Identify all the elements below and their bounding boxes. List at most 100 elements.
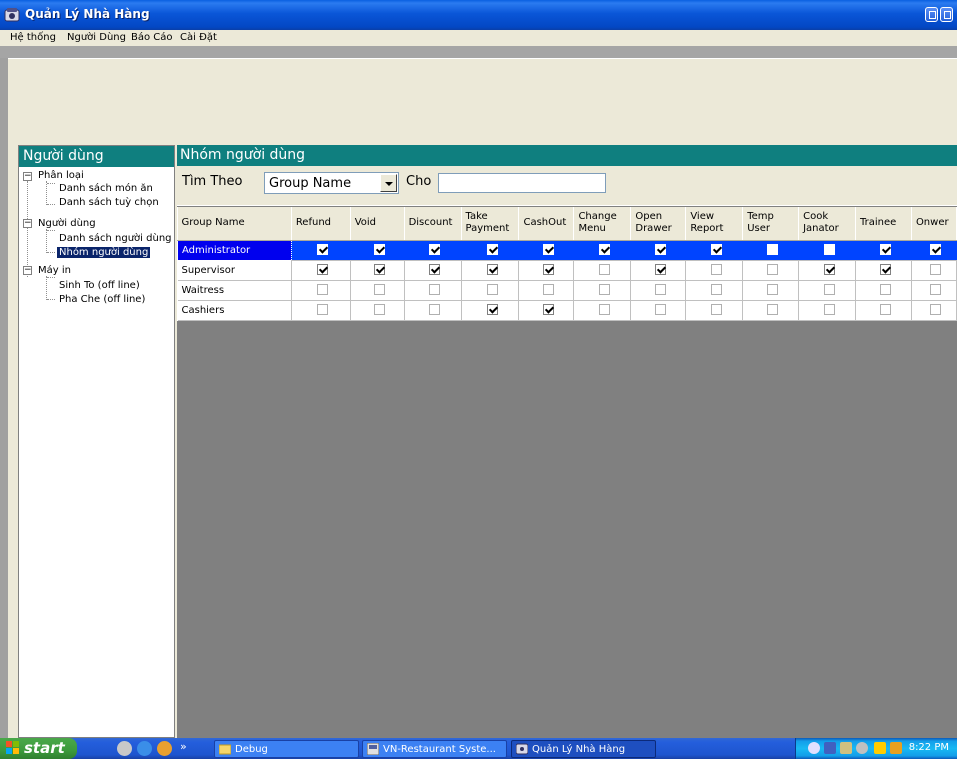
permission-checkbox[interactable] bbox=[710, 244, 722, 256]
permission-checkbox[interactable] bbox=[823, 244, 835, 256]
permission-checkbox[interactable] bbox=[930, 304, 942, 316]
column-header-refund[interactable]: Refund bbox=[291, 207, 351, 241]
column-header-void[interactable]: Void bbox=[350, 207, 405, 241]
column-header-take-payment[interactable]: Take Payment bbox=[461, 207, 520, 241]
permission-checkbox[interactable] bbox=[317, 244, 329, 256]
column-header-temp-user[interactable]: Temp User bbox=[742, 207, 800, 241]
permission-checkbox[interactable] bbox=[373, 284, 385, 296]
column-header-discount[interactable]: Discount bbox=[404, 207, 462, 241]
table-row[interactable]: Waitress bbox=[177, 280, 957, 301]
quick-launch-more-icon[interactable]: » bbox=[180, 740, 187, 753]
column-header-change-menu[interactable]: Change Menu bbox=[573, 207, 632, 241]
tree-node-nguoi-dung[interactable]: Người dùng bbox=[38, 218, 96, 229]
tray-app-icon[interactable] bbox=[890, 742, 902, 754]
chevron-down-icon[interactable] bbox=[380, 174, 397, 192]
group-name-cell[interactable]: Supervisor bbox=[177, 260, 292, 281]
tree-item-pha-che[interactable]: Pha Che (off line) bbox=[59, 294, 145, 305]
collapse-phan-loai-icon[interactable]: − bbox=[23, 172, 32, 181]
taskbar-item-vn-restaurant[interactable]: VN-Restaurant Syste... bbox=[362, 740, 507, 758]
permission-checkbox[interactable] bbox=[486, 244, 498, 256]
permission-checkbox[interactable] bbox=[654, 244, 666, 256]
permission-checkbox[interactable] bbox=[654, 264, 666, 276]
permission-checkbox[interactable] bbox=[598, 264, 610, 276]
permission-checkbox[interactable] bbox=[767, 304, 779, 316]
search-value-input[interactable] bbox=[438, 173, 606, 193]
permission-checkbox[interactable] bbox=[767, 264, 779, 276]
firefox-icon[interactable] bbox=[157, 741, 172, 756]
permission-checkbox[interactable] bbox=[930, 244, 942, 256]
permission-checkbox[interactable] bbox=[598, 304, 610, 316]
show-desktop-icon[interactable] bbox=[117, 741, 132, 756]
column-header-cashout[interactable]: CashOut bbox=[518, 207, 575, 241]
start-button[interactable]: start bbox=[0, 738, 77, 759]
permission-checkbox[interactable] bbox=[373, 304, 385, 316]
permission-checkbox[interactable] bbox=[767, 244, 779, 256]
tree-item-sinh-to[interactable]: Sinh To (off line) bbox=[59, 280, 140, 291]
internet-explorer-icon[interactable] bbox=[137, 741, 152, 756]
column-header-group-name[interactable]: Group Name bbox=[177, 207, 292, 241]
permission-checkbox[interactable] bbox=[710, 284, 722, 296]
menu-cai-dat[interactable]: Cài Đặt bbox=[180, 32, 217, 43]
column-header-trainee[interactable]: Trainee bbox=[855, 207, 912, 241]
permission-checkbox[interactable] bbox=[930, 264, 942, 276]
menu-he-thong[interactable]: Hệ thống bbox=[10, 32, 56, 43]
permission-checkbox[interactable] bbox=[542, 284, 554, 296]
tree-node-may-in[interactable]: Máy in bbox=[38, 265, 71, 276]
permission-checkbox[interactable] bbox=[710, 264, 722, 276]
permission-checkbox[interactable] bbox=[598, 284, 610, 296]
permission-checkbox[interactable] bbox=[317, 284, 329, 296]
permission-checkbox[interactable] bbox=[598, 244, 610, 256]
display-icon[interactable] bbox=[824, 742, 836, 754]
permission-checkbox[interactable] bbox=[823, 264, 835, 276]
window-titlebar[interactable]: Quản Lý Nhà Hàng bbox=[0, 0, 957, 30]
tree-item-danh-sach-tuy-chon[interactable]: Danh sách tuỳ chọn bbox=[59, 197, 159, 208]
table-row[interactable]: Administrator bbox=[177, 239, 957, 261]
column-header-open-drawer[interactable]: Open Drawer bbox=[630, 207, 687, 241]
group-name-cell[interactable]: Administrator bbox=[177, 239, 292, 261]
permission-checkbox[interactable] bbox=[542, 304, 554, 316]
permission-checkbox[interactable] bbox=[879, 304, 891, 316]
restore-button[interactable] bbox=[940, 7, 953, 22]
menu-bao-cao[interactable]: Báo Cáo bbox=[131, 32, 173, 43]
permission-checkbox[interactable] bbox=[767, 284, 779, 296]
permission-checkbox[interactable] bbox=[542, 264, 554, 276]
permission-checkbox[interactable] bbox=[317, 304, 329, 316]
network-icon[interactable] bbox=[808, 742, 820, 754]
tree-item-danh-sach-nguoi-dung[interactable]: Danh sách người dùng bbox=[59, 233, 172, 244]
column-header-cook-janator[interactable]: Cook Janator bbox=[798, 207, 857, 241]
taskbar-item-debug[interactable]: Debug bbox=[214, 740, 359, 758]
permission-checkbox[interactable] bbox=[930, 284, 942, 296]
menu-nguoi-dung[interactable]: Người Dùng bbox=[67, 32, 126, 43]
antivirus-icon[interactable] bbox=[874, 742, 886, 754]
tree-item-danh-sach-mon-an[interactable]: Danh sách món ăn bbox=[59, 183, 153, 194]
collapse-nguoi-dung-icon[interactable]: − bbox=[23, 219, 32, 228]
permission-checkbox[interactable] bbox=[654, 284, 666, 296]
permission-checkbox[interactable] bbox=[429, 304, 441, 316]
minimize-button[interactable] bbox=[925, 7, 938, 22]
tree-node-phan-loai[interactable]: Phân loại bbox=[38, 170, 84, 181]
permission-checkbox[interactable] bbox=[486, 284, 498, 296]
permission-checkbox[interactable] bbox=[879, 244, 891, 256]
group-name-cell[interactable]: Cashiers bbox=[177, 300, 292, 321]
permission-checkbox[interactable] bbox=[429, 244, 441, 256]
permission-checkbox[interactable] bbox=[823, 304, 835, 316]
search-field-select[interactable]: Group Name bbox=[264, 172, 399, 194]
volume-icon[interactable] bbox=[840, 742, 852, 754]
permission-checkbox[interactable] bbox=[429, 264, 441, 276]
permission-checkbox[interactable] bbox=[542, 244, 554, 256]
permission-checkbox[interactable] bbox=[486, 264, 498, 276]
permission-checkbox[interactable] bbox=[823, 284, 835, 296]
permission-checkbox[interactable] bbox=[429, 284, 441, 296]
permission-checkbox[interactable] bbox=[373, 244, 385, 256]
column-header-onwer[interactable]: Onwer bbox=[911, 207, 957, 241]
permission-checkbox[interactable] bbox=[710, 304, 722, 316]
table-row[interactable]: Supervisor bbox=[177, 260, 957, 281]
permission-checkbox[interactable] bbox=[317, 264, 329, 276]
column-header-view-report[interactable]: View Report bbox=[685, 207, 744, 241]
permission-checkbox[interactable] bbox=[879, 284, 891, 296]
tree-item-nhom-nguoi-dung[interactable]: Nhóm người dùng bbox=[57, 247, 151, 258]
taskbar-item-quan-ly-nha-hang[interactable]: Quản Lý Nhà Hàng bbox=[511, 740, 656, 758]
permission-checkbox[interactable] bbox=[373, 264, 385, 276]
permission-checkbox[interactable] bbox=[654, 304, 666, 316]
permission-checkbox[interactable] bbox=[486, 304, 498, 316]
